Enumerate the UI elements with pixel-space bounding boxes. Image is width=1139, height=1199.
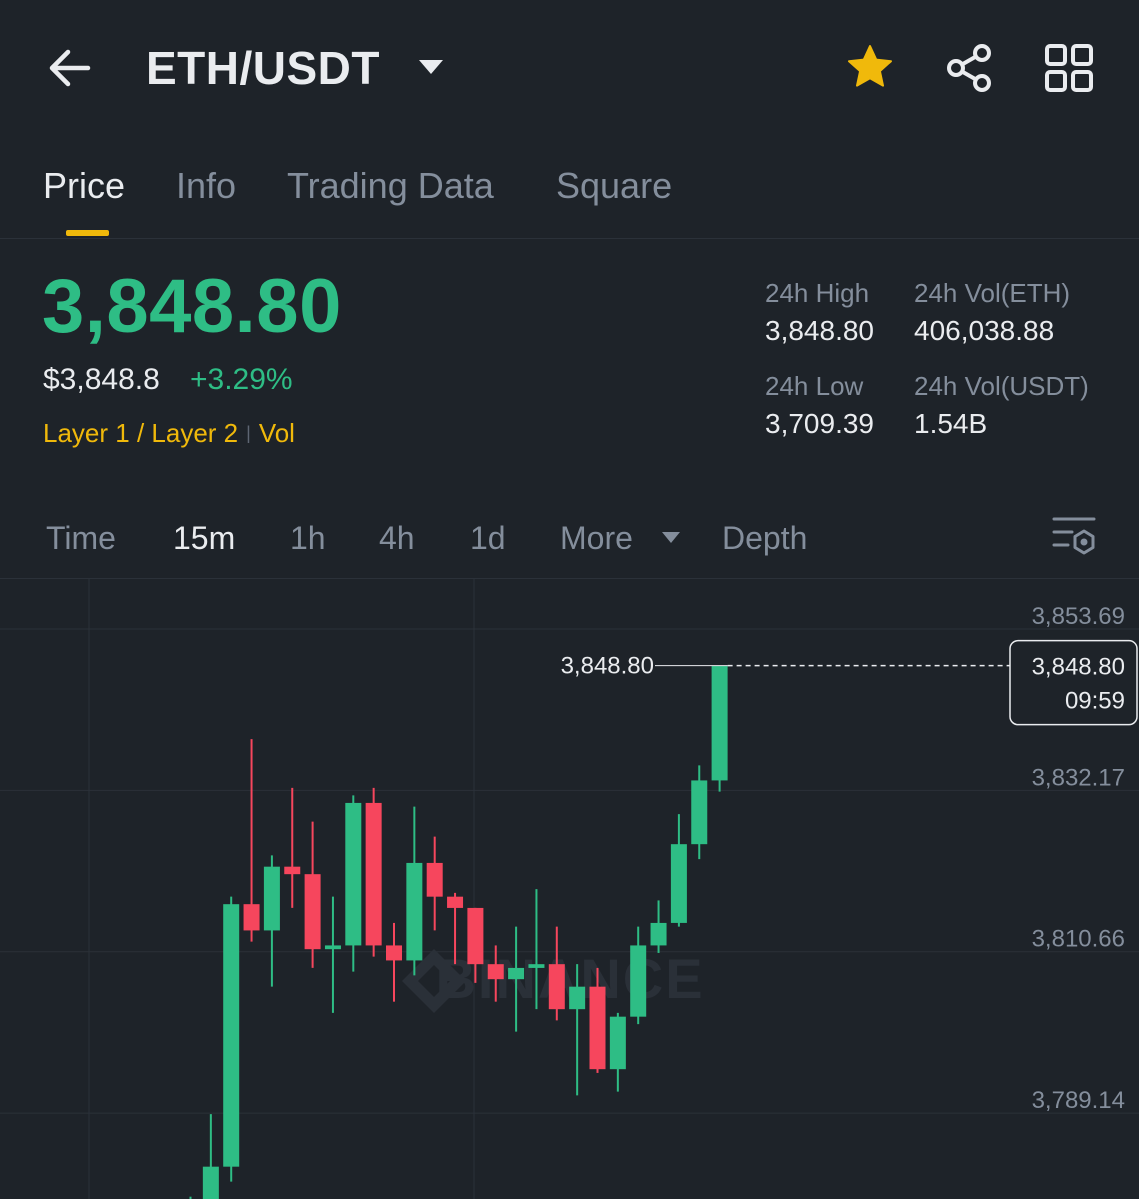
candle-body xyxy=(650,922,667,946)
tag-category[interactable]: Layer 1 / Layer 2 xyxy=(43,418,238,448)
candle-body xyxy=(630,945,647,1017)
share-icon[interactable] xyxy=(942,40,998,96)
grid-icon[interactable] xyxy=(1042,40,1098,96)
candle-body xyxy=(508,967,525,980)
caret-down-icon[interactable] xyxy=(416,56,446,78)
pair-title[interactable]: ETH/USDT xyxy=(146,40,380,96)
candle-body xyxy=(223,904,240,1167)
timeframe-4h[interactable]: 4h xyxy=(379,518,415,558)
candle-body xyxy=(447,896,464,908)
tag-separator: | xyxy=(246,423,251,443)
current-price-box-price: 3,848.80 xyxy=(1032,654,1125,681)
vol-usdt-value: 1.54B xyxy=(914,408,988,439)
timeframe-bar: Time 15m 1h 4h 1d More Depth xyxy=(0,498,1139,579)
candle-body xyxy=(609,1016,626,1070)
candle-body xyxy=(284,866,301,875)
tab-trading-data[interactable]: Trading Data xyxy=(287,164,494,208)
price-axis-label: 3,810.66 xyxy=(1032,926,1125,953)
candle-body xyxy=(569,986,586,1010)
candle-body xyxy=(670,844,687,923)
candle-body xyxy=(324,945,341,950)
caret-down-icon[interactable] xyxy=(660,530,682,546)
price-change-percent: +3.29% xyxy=(190,363,293,396)
price-axis-label: 3,789.14 xyxy=(1032,1087,1125,1114)
depth-button[interactable]: Depth xyxy=(722,518,807,558)
vol-eth-label: 24h Vol(ETH) xyxy=(914,278,1071,308)
candle-body xyxy=(691,780,708,845)
active-tab-indicator xyxy=(66,230,109,236)
high-value: 3,848.80 xyxy=(765,315,874,346)
timeframe-15m[interactable]: 15m xyxy=(173,518,235,558)
chart-settings-icon[interactable] xyxy=(1050,514,1098,558)
candle-body xyxy=(365,802,382,946)
candle-body xyxy=(711,665,728,781)
last-price: 3,848.80 xyxy=(42,264,342,349)
candle-body xyxy=(263,866,280,931)
tag-vol[interactable]: Vol xyxy=(259,418,295,448)
tab-square[interactable]: Square xyxy=(556,164,672,208)
candle-countdown: 09:59 xyxy=(1065,688,1125,715)
candle-body xyxy=(467,907,484,965)
low-label: 24h Low xyxy=(765,371,864,401)
candle-body xyxy=(487,964,504,980)
candle-body xyxy=(548,964,565,1010)
candles xyxy=(189,665,728,1199)
price-axis-label: 3,832.17 xyxy=(1032,764,1125,791)
usd-price: $3,848.8 xyxy=(43,363,160,396)
candle-body xyxy=(406,862,423,961)
candle-body xyxy=(304,874,321,950)
vol-eth-value: 406,038.88 xyxy=(914,315,1055,346)
candle-body xyxy=(528,964,545,968)
timeframe-more[interactable]: More xyxy=(560,518,633,558)
candle-body xyxy=(345,802,362,946)
candlestick-chart[interactable]: BINANCE 3,853.693,832.173,810.663,789.14… xyxy=(0,578,1139,1199)
tab-price[interactable]: Price xyxy=(43,164,125,208)
arrow-left-icon[interactable] xyxy=(40,40,100,96)
vol-usdt-label: 24h Vol(USDT) xyxy=(914,371,1089,401)
star-icon[interactable] xyxy=(842,40,898,96)
candle-body xyxy=(426,862,443,897)
tab-info[interactable]: Info xyxy=(176,164,236,208)
low-value: 3,709.39 xyxy=(765,408,874,439)
high-label: 24h High xyxy=(765,278,870,308)
timeframe-1h[interactable]: 1h xyxy=(290,518,326,558)
candle-body xyxy=(243,904,260,931)
candle-body xyxy=(202,1166,219,1199)
timeframe-1d[interactable]: 1d xyxy=(470,518,506,558)
tab-bar: Price Info Trading Data Square xyxy=(0,140,1139,239)
last-price-marker: 3,848.80 3,848.80 09:59 xyxy=(561,639,1138,726)
top-bar: ETH/USDT xyxy=(0,0,1139,135)
tag-line: Layer 1 / Layer 2 | Vol xyxy=(43,416,295,450)
price-axis-label: 3,853.69 xyxy=(1032,603,1125,630)
timeframe-time[interactable]: Time xyxy=(46,518,116,558)
candle-body xyxy=(589,986,606,1070)
last-price-label: 3,848.80 xyxy=(561,653,654,680)
candle-body xyxy=(386,945,402,961)
